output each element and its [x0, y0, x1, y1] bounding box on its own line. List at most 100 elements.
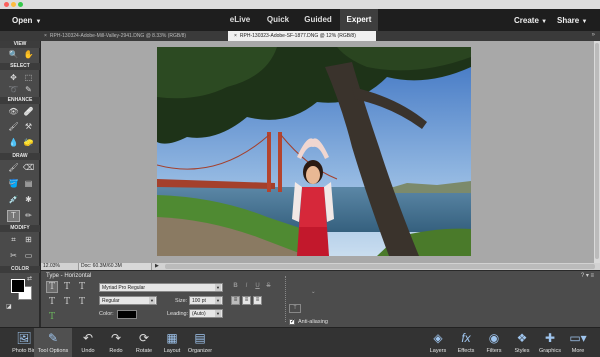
color-label: Color: [99, 311, 114, 317]
horizontal-scrollbar[interactable] [165, 264, 595, 269]
close-tab-icon[interactable]: × [44, 33, 47, 39]
tab-overflow-icon[interactable]: » [592, 32, 595, 38]
options-help-icon[interactable]: ? ▾ ≡ [581, 272, 594, 279]
warp-text-icon[interactable]: T [289, 304, 301, 313]
document-tab-mill-valley[interactable]: × RPH-130324-Adobe-Mill-Valley-2941.DNG @… [38, 31, 228, 41]
text-color-swatch[interactable] [117, 310, 137, 319]
vertical-type-mask-icon[interactable]: T [46, 296, 58, 308]
share-label: Share [557, 16, 580, 25]
more-label: More [571, 348, 585, 354]
zoom-tool-icon[interactable]: 🔍 [7, 49, 20, 61]
straighten-tool-icon[interactable]: ▭ [22, 250, 35, 262]
create-label: Create [514, 16, 539, 25]
mode-expert[interactable]: Expert [340, 9, 378, 31]
align-right-icon[interactable]: ≡ [253, 296, 262, 305]
pencil-tool-icon[interactable]: ✏ [22, 210, 35, 222]
marquee-tool-icon[interactable]: ⬚ [22, 72, 35, 84]
zoom-window-button[interactable] [18, 2, 23, 7]
minimize-window-button[interactable] [11, 2, 16, 7]
recompose-tool-icon[interactable]: ⊞ [22, 234, 35, 246]
font-size-value: 100 pt [192, 298, 206, 304]
mode-guided[interactable]: Guided [298, 9, 338, 31]
chevron-down-icon: ▼ [215, 310, 221, 317]
chevron-down-icon: ▼ [215, 284, 221, 291]
chevron-down-icon: ▼ [215, 297, 221, 304]
eyedropper-tool-icon[interactable]: 💉 [7, 194, 20, 206]
organizer-button[interactable]: ▤ Organizer [180, 328, 220, 357]
zoom-level: 12.03% [43, 263, 60, 269]
bold-button[interactable]: B [231, 282, 240, 291]
vertical-scrollbar[interactable] [594, 41, 600, 263]
paint-bucket-tool-icon[interactable]: 🪣 [7, 178, 20, 190]
text-on-shape-icon[interactable]: T [76, 296, 88, 308]
underline-button[interactable]: U [253, 282, 262, 291]
move-tool-icon[interactable]: ✥ [7, 72, 20, 84]
close-window-button[interactable] [4, 2, 9, 7]
eraser-tool-icon[interactable]: ⌫ [22, 162, 35, 174]
quick-selection-tool-icon[interactable]: ✎ [22, 84, 35, 96]
mode-elive[interactable]: eLive [222, 9, 258, 31]
leading-label: Leading: [167, 311, 189, 317]
blur-tool-icon[interactable]: 💧 [7, 137, 20, 149]
scrollbar-thumb[interactable] [595, 43, 599, 259]
mode-quick[interactable]: Quick [260, 9, 296, 31]
size-label: Size: [175, 298, 188, 304]
lasso-tool-icon[interactable]: ➰ [7, 84, 20, 96]
custom-shape-tool-icon[interactable]: ✱ [22, 194, 35, 206]
section-draw: DRAW [0, 153, 40, 160]
document-tab-sf[interactable]: × RPH-130323-Adobe-SF-1877.DNG @ 12% (RGB… [228, 31, 376, 41]
open-menu-button[interactable]: Open ▼ [12, 16, 41, 25]
tool-options-button[interactable]: ✎ Tool Options [34, 328, 72, 357]
toolbox-panel: VIEW 🔍 ✋ SELECT ✥ ⬚ ➰ ✎ ENHANCE 👁 🩹 🖌 ⚒ … [0, 41, 40, 327]
doc-size: Doc: 60.3M/60.3M [78, 263, 152, 270]
vertical-type-icon[interactable]: T [61, 281, 73, 293]
font-style-value: Regular [102, 298, 120, 304]
default-colors-icon[interactable]: ◪ [6, 303, 12, 310]
document-tab-bar: × RPH-130324-Adobe-Mill-Valley-2941.DNG @… [0, 31, 600, 41]
text-on-path-icon[interactable]: T [46, 311, 58, 323]
tool-options-label: Tool Options [37, 348, 69, 354]
canvas-area[interactable] [41, 41, 594, 263]
tab-label: RPH-130323-Adobe-SF-1877.DNG @ 12% (RGB/… [239, 33, 356, 39]
horizontal-type-mask-icon[interactable]: T [76, 281, 88, 293]
gradient-tool-icon[interactable]: ▤ [22, 178, 35, 190]
top-menu-bar: Open ▼ eLive Quick Guided Expert Create ▼… [0, 9, 600, 31]
text-on-selection-icon[interactable]: T [61, 296, 73, 308]
red-eye-tool-icon[interactable]: 👁 [7, 106, 20, 118]
leading-value: (Auto) [192, 311, 206, 317]
font-style-select[interactable]: Regular ▼ [99, 296, 157, 305]
create-menu-button[interactable]: Create ▼ [514, 16, 547, 25]
font-family-select[interactable]: Myriad Pro Regular ▼ [99, 283, 223, 292]
font-family-value: Myriad Pro Regular [102, 285, 146, 291]
section-view: VIEW [0, 41, 40, 48]
italic-button[interactable]: I [242, 282, 251, 291]
tool-options-icon: ✎ [47, 331, 59, 345]
brush-tool-icon[interactable]: 🖌 [7, 162, 20, 174]
align-center-icon[interactable]: ≡ [242, 296, 251, 305]
close-tab-icon[interactable]: × [234, 33, 237, 39]
align-left-icon[interactable]: ≡ [231, 296, 240, 305]
more-button[interactable]: ▭▾ More [558, 328, 598, 357]
document-photo[interactable] [157, 47, 471, 256]
smart-brush-tool-icon[interactable]: 🖌 [7, 121, 20, 133]
swap-colors-icon[interactable]: ⇄ [27, 275, 32, 282]
foreground-color-swatch[interactable] [11, 279, 25, 293]
clone-stamp-tool-icon[interactable]: ⚒ [22, 121, 35, 133]
type-tool-icon[interactable]: T [7, 210, 20, 222]
spot-healing-tool-icon[interactable]: 🩹 [22, 106, 35, 118]
organizer-label: Organizer [187, 348, 213, 354]
hand-tool-icon[interactable]: ✋ [22, 49, 35, 61]
tab-label: RPH-130324-Adobe-Mill-Valley-2941.DNG @ … [49, 33, 187, 39]
content-aware-move-tool-icon[interactable]: ✂ [7, 250, 20, 262]
strikethrough-button[interactable]: S [264, 282, 273, 291]
section-enhance: ENHANCE [0, 97, 40, 104]
font-size-select[interactable]: 100 pt ▼ [189, 296, 223, 305]
leading-select[interactable]: (Auto) ▼ [189, 309, 223, 318]
horizontal-type-icon[interactable]: T [46, 281, 58, 293]
status-menu-icon[interactable]: ▶ [155, 263, 159, 270]
sponge-tool-icon[interactable]: 🧽 [22, 137, 35, 149]
crop-tool-icon[interactable]: ⌗ [7, 234, 20, 246]
tool-options-title: Type - Horizontal [46, 273, 92, 279]
share-menu-button[interactable]: Share ▼ [557, 16, 587, 25]
anti-aliasing-checkbox[interactable]: ✓ [289, 319, 295, 325]
